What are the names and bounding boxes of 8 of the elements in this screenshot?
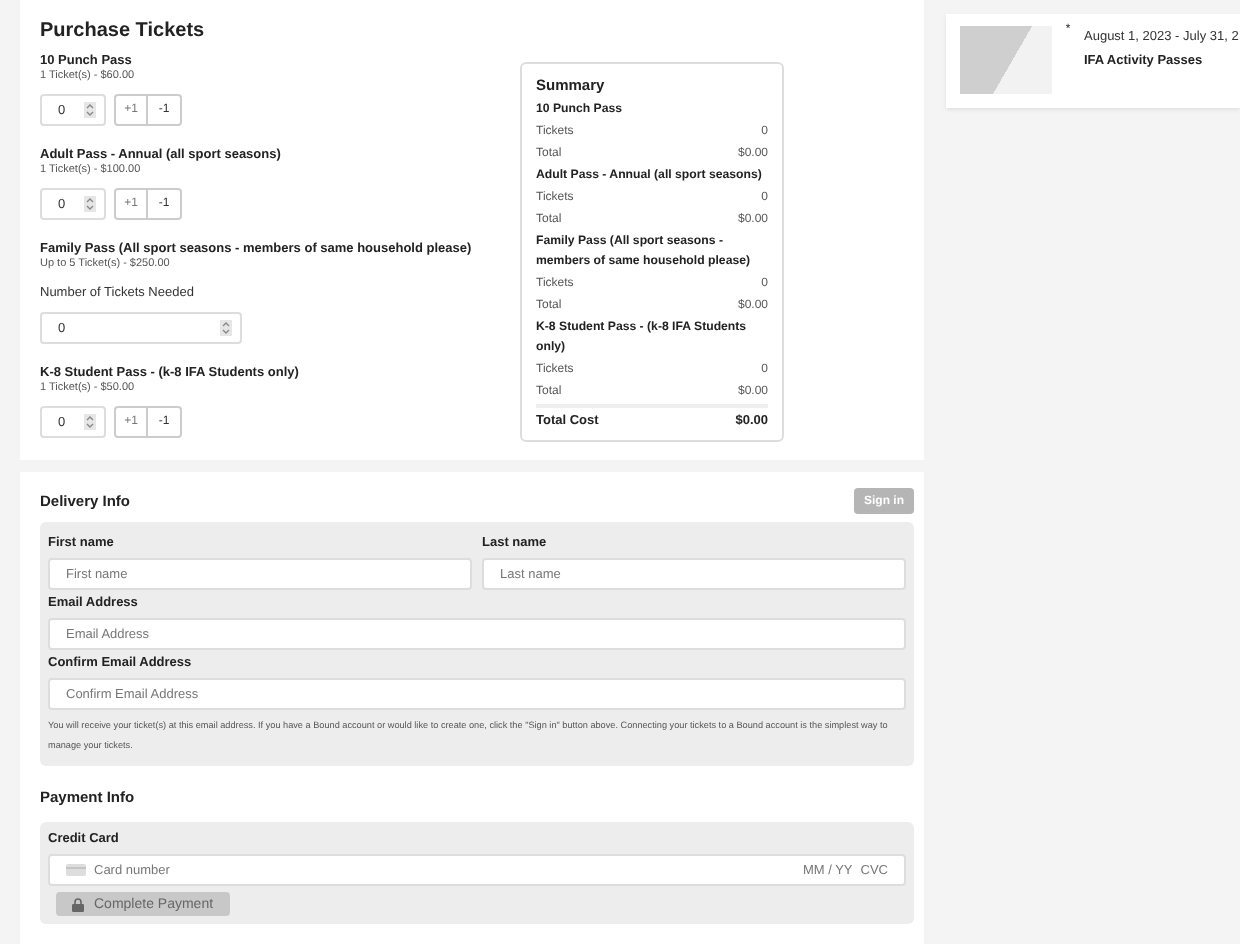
spinner-icon[interactable]: [84, 196, 96, 212]
section-title: Purchase Tickets: [40, 20, 207, 42]
event-image-placeholder: [960, 26, 1052, 94]
spinner-icon[interactable]: [84, 102, 96, 118]
spinner-icon[interactable]: [84, 414, 96, 430]
lock-icon: [72, 897, 84, 911]
card-icon: [66, 864, 86, 876]
spinner-icon[interactable]: [220, 320, 232, 336]
